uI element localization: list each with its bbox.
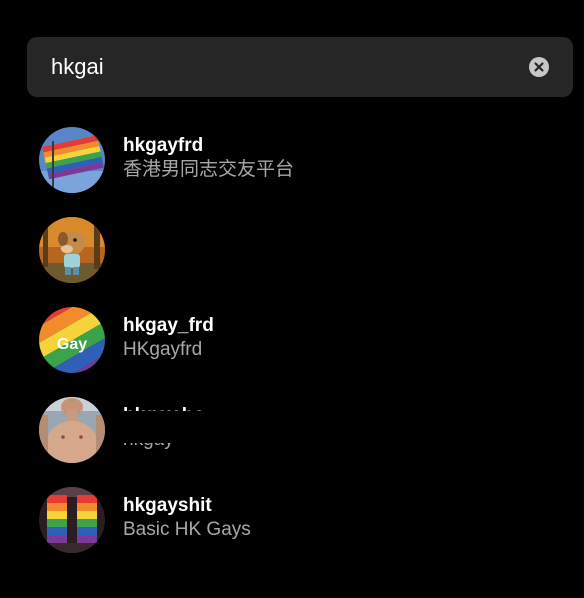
- redaction-box: [123, 411, 255, 443]
- result-username: hkgayshit: [123, 495, 212, 516]
- search-result-item[interactable]: [0, 217, 584, 283]
- shirtless-person-avatar: [39, 397, 105, 463]
- search-result-item[interactable]: Gay hkgay_frd HKgayfrd: [0, 307, 584, 373]
- rainbow-socks-avatar: [39, 487, 105, 553]
- result-fullname: HKgayfrd: [123, 339, 203, 360]
- close-icon: [534, 62, 544, 72]
- result-username: hkgay_frd: [123, 315, 214, 336]
- search-result-item[interactable]: hkgay.bo hkgay: [0, 397, 584, 463]
- search-input[interactable]: [51, 51, 521, 83]
- rainbow-flag-avatar: [39, 127, 105, 193]
- clear-search-button[interactable]: [529, 57, 549, 77]
- result-fullname: Basic HK Gays: [123, 519, 251, 540]
- search-result-item[interactable]: hkgayshit Basic HK Gays: [0, 487, 584, 553]
- result-text: hkgay_frd HKgayfrd: [123, 315, 214, 363]
- result-username: hkgayfrd: [123, 135, 204, 156]
- search-bar: [27, 37, 573, 97]
- result-text: hkgayfrd 香港男同志交友平台: [123, 135, 294, 183]
- result-text: hkgayshit Basic HK Gays: [123, 495, 251, 543]
- search-result-item[interactable]: hkgayfrd 香港男同志交友平台: [0, 127, 584, 193]
- cartoon-dog-avatar: [39, 217, 105, 283]
- result-fullname: 香港男同志交友平台: [123, 159, 295, 180]
- gay-pride-avatar: Gay: [39, 307, 105, 373]
- avatar-label: Gay: [57, 336, 87, 353]
